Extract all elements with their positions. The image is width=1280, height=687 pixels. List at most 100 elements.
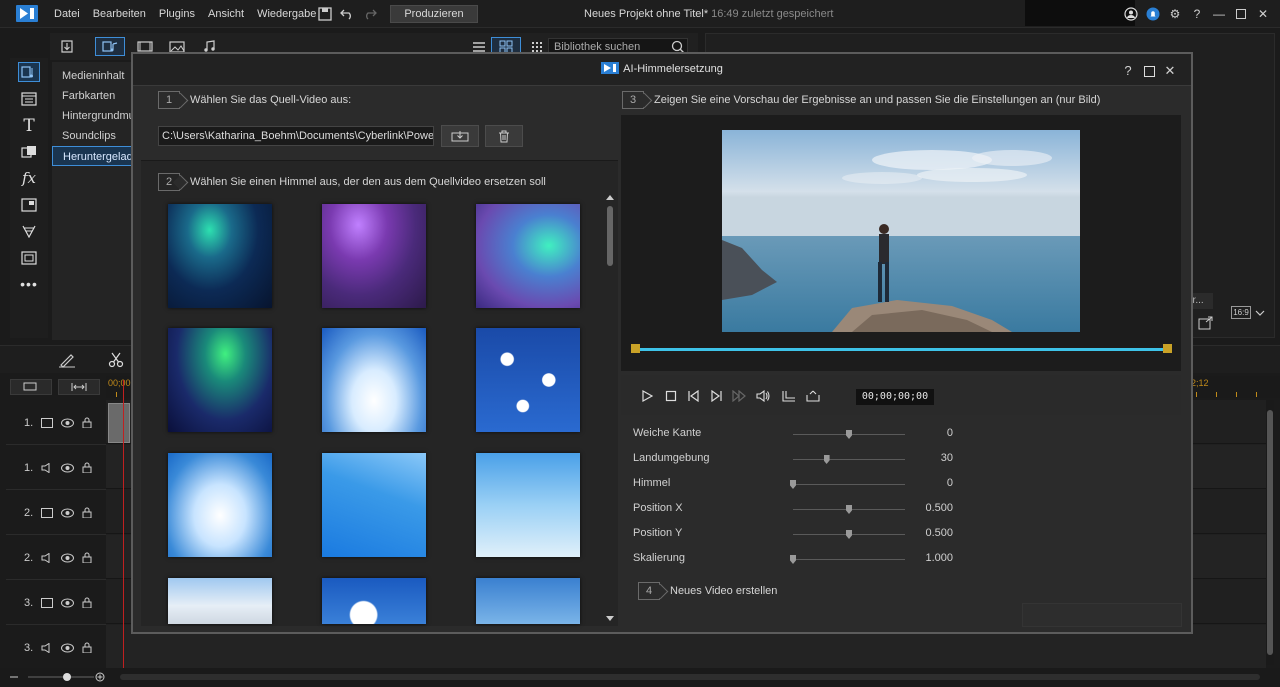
scrollbar-thumb[interactable]: [607, 206, 613, 266]
slider-track[interactable]: [793, 459, 905, 460]
filter-all-media-button[interactable]: [95, 37, 125, 56]
mark-out-handle[interactable]: [1163, 344, 1172, 353]
create-video-button[interactable]: [1022, 603, 1182, 627]
lock-icon[interactable]: [82, 417, 92, 428]
sky-thumbnail-hazy-blue[interactable]: [476, 453, 580, 557]
lock-icon[interactable]: [82, 597, 92, 608]
fit-timeline-icon[interactable]: [58, 379, 100, 395]
scroll-down-icon[interactable]: [606, 616, 614, 622]
chevron-down-icon[interactable]: [1255, 309, 1265, 317]
eye-icon[interactable]: [61, 508, 75, 518]
eye-icon[interactable]: [61, 643, 75, 653]
snapshot-icon[interactable]: [781, 388, 797, 404]
library-item-selected[interactable]: Heruntergelade: [52, 146, 138, 166]
media-room-icon[interactable]: [18, 62, 40, 82]
slider-knob[interactable]: [846, 430, 852, 439]
text-icon[interactable]: T: [18, 116, 40, 136]
preview-scrub-bar[interactable]: [634, 348, 1168, 351]
track-manager-icon[interactable]: [10, 379, 52, 395]
fast-forward-icon[interactable]: [731, 388, 747, 404]
play-icon[interactable]: [639, 388, 655, 404]
maximize-icon[interactable]: [1232, 5, 1250, 23]
video-clip[interactable]: [108, 403, 130, 443]
pip-objects-icon[interactable]: [18, 195, 40, 215]
account-icon[interactable]: [1122, 5, 1140, 23]
timeline-playhead[interactable]: [123, 380, 124, 670]
slider-knob[interactable]: [846, 505, 852, 514]
next-frame-icon[interactable]: [709, 388, 725, 404]
sky-thumbnail-white-clouds[interactable]: [168, 578, 272, 624]
close-icon[interactable]: ✕: [1162, 63, 1178, 79]
timeline-horizontal-scrollbar[interactable]: [120, 674, 1260, 680]
aspect-ratio-selector[interactable]: 16:9: [1231, 306, 1251, 319]
particle-icon[interactable]: [18, 221, 40, 241]
slider-knob[interactable]: [823, 455, 830, 464]
settings-gear-icon[interactable]: ⚙: [1166, 5, 1184, 23]
sky-thumbnail-aurora-green[interactable]: [168, 204, 272, 308]
library-item[interactable]: Hintergrundmu: [52, 106, 138, 126]
close-icon[interactable]: ✕: [1254, 5, 1272, 23]
sky-thumbnail-scattered-clouds[interactable]: [476, 328, 580, 432]
mark-in-handle[interactable]: [631, 344, 640, 353]
produce-button[interactable]: Produzieren: [390, 5, 478, 23]
menu-ansicht[interactable]: Ansicht: [208, 8, 244, 20]
menu-datei[interactable]: Datei: [54, 8, 80, 20]
scrollbar-thumb[interactable]: [1267, 410, 1273, 655]
maximize-icon[interactable]: [1141, 63, 1157, 79]
sky-thumbnail-aurora-night[interactable]: [168, 328, 272, 432]
save-icon[interactable]: [317, 6, 333, 22]
sky-thumbnail-clear-blue[interactable]: [322, 453, 426, 557]
transition-room-icon[interactable]: [18, 142, 40, 162]
help-icon[interactable]: ?: [1188, 5, 1206, 23]
eye-icon[interactable]: [61, 553, 75, 563]
menu-bearbeiten[interactable]: Bearbeiten: [93, 8, 146, 20]
timeline-vertical-scrollbar[interactable]: [1266, 400, 1274, 665]
slider-knob[interactable]: [846, 530, 852, 539]
chapter-room-icon[interactable]: [18, 248, 40, 268]
import-media-button[interactable]: [52, 37, 82, 56]
import-source-button[interactable]: [441, 125, 479, 147]
notification-icon[interactable]: [1144, 5, 1162, 23]
slider-knob[interactable]: [790, 480, 796, 489]
zoom-slider[interactable]: [10, 671, 110, 683]
minimize-icon[interactable]: —: [1210, 5, 1228, 23]
source-video-path-field[interactable]: C:\Users\Katharina_Boehm\Documents\Cyber…: [158, 126, 434, 146]
help-icon[interactable]: ?: [1120, 63, 1136, 79]
undock-icon[interactable]: [1198, 316, 1214, 330]
undo-icon[interactable]: [339, 6, 355, 22]
eye-icon[interactable]: [61, 418, 75, 428]
sky-thumbnail-aurora-purple[interactable]: [322, 204, 426, 308]
edit-pen-icon[interactable]: [58, 352, 76, 368]
stop-icon[interactable]: [663, 388, 679, 404]
scroll-up-icon[interactable]: [606, 194, 614, 200]
sky-thumbnail-cloudy-blue[interactable]: [322, 328, 426, 432]
sky-thumbnail-bright-clouds[interactable]: [168, 453, 272, 557]
eye-icon[interactable]: [61, 463, 75, 473]
lock-icon[interactable]: [82, 507, 92, 518]
title-room-icon[interactable]: [18, 89, 40, 109]
library-item[interactable]: Farbkarten: [52, 86, 138, 106]
menu-wiedergabe[interactable]: Wiedergabe: [257, 8, 316, 20]
effects-fx-icon[interactable]: fx: [18, 168, 40, 188]
more-options-icon[interactable]: •••: [18, 274, 40, 294]
slider-knob[interactable]: [790, 555, 796, 564]
slider-track[interactable]: [793, 484, 905, 485]
previous-frame-icon[interactable]: [685, 388, 701, 404]
sky-thumbnail-thin-clouds[interactable]: [476, 578, 580, 624]
sky-thumbnail-puffy-clouds[interactable]: [322, 578, 426, 624]
export-frame-icon[interactable]: [805, 388, 821, 404]
library-item[interactable]: Soundclips: [52, 126, 138, 146]
redo-icon[interactable]: [362, 6, 378, 22]
scissors-icon[interactable]: [108, 352, 124, 368]
menu-plugins[interactable]: Plugins: [159, 8, 195, 20]
sky-list-scrollbar[interactable]: [606, 194, 614, 624]
eye-icon[interactable]: [61, 598, 75, 608]
lock-icon[interactable]: [82, 552, 92, 563]
lock-icon[interactable]: [82, 462, 92, 473]
sky-thumbnail-aurora-violet[interactable]: [476, 204, 580, 308]
volume-icon[interactable]: [755, 388, 771, 404]
slider-track[interactable]: [793, 559, 905, 560]
library-item[interactable]: Medieninhalt: [52, 66, 138, 86]
lock-icon[interactable]: [82, 642, 92, 653]
delete-source-button[interactable]: [485, 125, 523, 147]
